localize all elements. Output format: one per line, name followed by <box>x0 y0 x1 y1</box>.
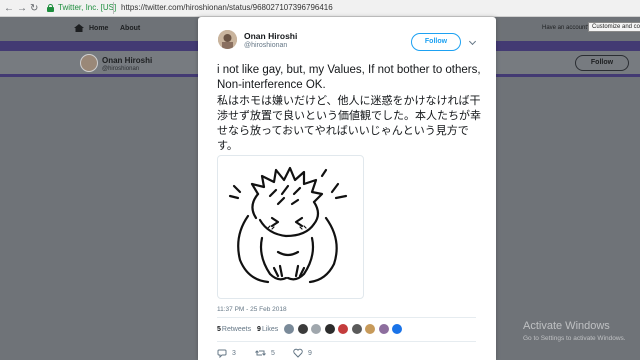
background-follow-button: Follow <box>575 55 629 71</box>
secure-site-label[interactable]: Twitter, Inc. [US] <box>58 3 116 12</box>
reload-icon[interactable]: ↻ <box>30 3 38 14</box>
divider <box>217 317 476 318</box>
reply-action[interactable]: 3 <box>217 348 236 358</box>
heart-icon <box>293 348 303 358</box>
author-avatar[interactable] <box>218 30 237 49</box>
liker-avatar[interactable] <box>310 323 322 335</box>
likes-count[interactable]: 9 <box>257 326 261 333</box>
liker-avatar[interactable] <box>283 323 295 335</box>
address-bar[interactable]: https://twitter.com/hiroshionan/status/9… <box>121 3 333 12</box>
follow-button[interactable]: Follow <box>411 33 461 51</box>
tweet-text-japanese: 私はホモは嫌いだけど、他人に迷惑をかけなければ干渉せず放置で良いという価値観でし… <box>217 95 481 152</box>
likes-label[interactable]: Likes <box>262 326 278 333</box>
reply-count: 3 <box>232 349 236 357</box>
retweets-label[interactable]: Retweets <box>222 326 251 333</box>
forward-arrow-icon[interactable]: → <box>17 3 27 14</box>
like-count: 9 <box>308 349 312 357</box>
liker-avatar[interactable] <box>337 323 349 335</box>
activate-windows-subtitle: Go to Settings to activate Windows. <box>523 335 626 342</box>
activate-windows-title: Activate Windows <box>523 320 610 332</box>
background-avatar <box>80 54 98 72</box>
retweet-action[interactable]: 5 <box>255 348 275 358</box>
nav-home: Home <box>89 25 109 32</box>
browser-toolbar: ← → ↻ Twitter, Inc. [US] https://twitter… <box>0 0 640 17</box>
retweet-count: 5 <box>271 349 275 357</box>
like-action[interactable]: 9 <box>293 348 312 358</box>
tweet-text-english: i not like gay, but, my Values, If not b… <box>217 64 481 91</box>
liker-avatar[interactable] <box>350 323 363 335</box>
liker-avatar[interactable] <box>364 323 376 335</box>
bowing-boy-illustration <box>228 166 348 284</box>
retweet-icon <box>255 350 266 356</box>
nav-about: About <box>120 25 141 32</box>
browser-menu-tooltip: Customize and cont <box>588 22 640 32</box>
liker-avatar[interactable] <box>377 323 390 335</box>
chevron-down-icon[interactable] <box>468 37 477 46</box>
tweet-stats: 5Retweets 9Likes <box>217 326 282 333</box>
background-profile-handle: @hiroshionan <box>102 66 140 72</box>
tweet-timestamp[interactable]: 11:37 PM - 25 Feb 2018 <box>217 306 287 313</box>
tweet-actions: 3 5 9 <box>217 348 417 360</box>
background-profile-name: Onan Hiroshi <box>102 56 153 65</box>
liker-avatar[interactable] <box>296 323 309 335</box>
liker-avatar[interactable] <box>323 323 336 335</box>
tweet-card: Onan Hiroshi @hiroshionan Follow i not l… <box>198 17 496 360</box>
have-account-text: Have an account? <box>542 25 591 31</box>
url-separator <box>113 2 114 14</box>
back-arrow-icon[interactable]: ← <box>4 3 14 14</box>
tweet-media-image[interactable] <box>217 155 364 299</box>
divider <box>217 341 476 342</box>
author-handle[interactable]: @hiroshionan <box>244 42 287 49</box>
liker-avatar[interactable] <box>391 323 403 335</box>
retweets-count[interactable]: 5 <box>217 326 221 333</box>
reply-icon <box>217 349 227 358</box>
lock-icon <box>47 4 54 12</box>
author-name[interactable]: Onan Hiroshi <box>244 31 297 41</box>
